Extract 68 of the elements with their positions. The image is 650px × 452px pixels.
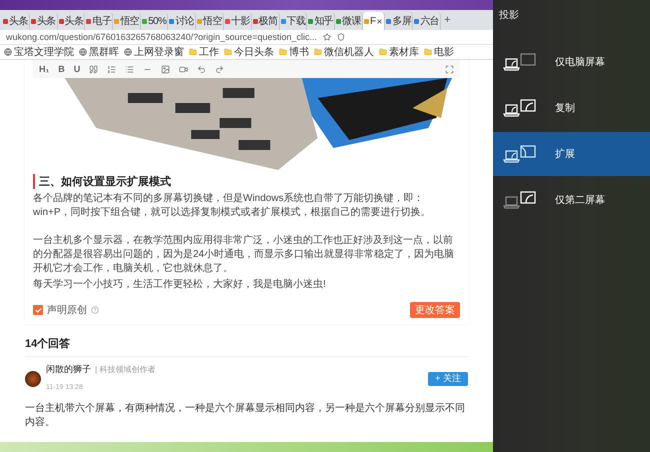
- bookmark-item[interactable]: 电影: [424, 45, 454, 59]
- tab-favicon-icon: [58, 18, 64, 24]
- avatar[interactable]: [25, 370, 41, 386]
- tab-favicon-icon: [308, 18, 314, 24]
- tab-favicon-icon: [86, 18, 92, 24]
- shield-icon[interactable]: [336, 33, 345, 41]
- folder-icon: [314, 48, 322, 56]
- format-button[interactable]: U: [74, 64, 80, 74]
- tab-favicon-icon: [30, 18, 36, 24]
- display-mode-option[interactable]: 复制: [493, 86, 650, 130]
- folder-icon: [224, 48, 232, 56]
- bookmark-item[interactable]: 上网登录窗: [124, 45, 184, 59]
- panel-title: 投影: [498, 8, 520, 23]
- bookmark-item[interactable]: 博书: [279, 45, 309, 59]
- undo-icon[interactable]: [197, 64, 206, 74]
- folder-icon: [379, 48, 387, 56]
- numbered-list-icon[interactable]: [107, 64, 116, 74]
- section-heading: 三、如何设置显示扩展模式: [33, 174, 460, 189]
- tab-favicon-icon: [114, 18, 120, 24]
- display-mode-option[interactable]: 扩展: [493, 132, 650, 176]
- globe-icon: [124, 48, 132, 56]
- tab-favicon-icon: [142, 18, 148, 24]
- bookmark-star-icon[interactable]: [322, 33, 331, 41]
- original-checkbox[interactable]: [33, 305, 43, 315]
- close-icon[interactable]: [376, 18, 384, 24]
- bookmark-item[interactable]: 今日头条: [224, 45, 274, 59]
- help-icon[interactable]: [91, 306, 99, 314]
- paragraph: 一台主机多个显示器，在教学范围内应用得非常广泛，小迷虫的工作也正好涉及到这一点，以前的分配器是很容易出问题的，因为是24小时通电，而显示多口输出就显得非常稳定了，因为电脑开机它才会工作，电脑关机，它也就休息了。: [33, 234, 456, 276]
- tab-favicon-icon: [169, 18, 174, 24]
- tab-favicon-icon: [414, 18, 420, 24]
- bookmark-item[interactable]: 黑群晖: [79, 45, 119, 59]
- bookmark-item[interactable]: 微信机器人: [314, 45, 374, 59]
- display-mode-option[interactable]: 仅第二屏幕: [493, 178, 650, 222]
- tab-favicon-icon: [386, 18, 392, 24]
- bookmark-item[interactable]: 素材库: [379, 45, 419, 59]
- bookmark-item[interactable]: 工作: [189, 45, 219, 59]
- answers-count-heading: 14个回答: [25, 336, 468, 357]
- video-icon[interactable]: [179, 64, 188, 74]
- checkbox-label: 声明原创: [47, 304, 87, 317]
- quote-icon[interactable]: [89, 64, 98, 74]
- folder-icon: [189, 48, 197, 56]
- folder-icon: [279, 48, 287, 56]
- answer-text: 一台主机带六个屏幕，有两种情况，一种是六个屏幕显示相同内容，另一种是六个屏幕分别显示不同内容。: [25, 402, 466, 430]
- redo-icon[interactable]: [215, 64, 224, 74]
- tab-favicon-icon: [197, 18, 202, 24]
- bookmark-item[interactable]: 宝塔文理学院: [4, 45, 74, 59]
- address-field[interactable]: wukong.com/question/6760163265768063240/?origin_source=question_clic...: [6, 32, 317, 42]
- format-button[interactable]: H₁: [39, 64, 50, 74]
- paragraph: 每天学习一个小技巧，生活工作更轻松，大家好，我是电脑小迷虫!: [33, 278, 327, 292]
- tab-favicon-icon: [3, 18, 8, 24]
- new-tab-button[interactable]: +: [441, 14, 454, 26]
- format-button[interactable]: B: [58, 64, 65, 74]
- browser-tab[interactable]: F: [362, 12, 386, 30]
- paragraph: 各个品牌的笔记本有不同的多屏幕切换键，但是Windows系统也自带了万能切换键，即：win+P，同时按下组合键，就可以选择复制模式或者扩展模式，根据自己的需要进行切换。: [33, 192, 432, 220]
- globe-icon: [79, 48, 87, 56]
- tab-favicon-icon: [336, 18, 342, 24]
- author-role: | 科技领域创作者: [95, 364, 156, 375]
- fullscreen-icon[interactable]: [445, 64, 454, 74]
- author-name[interactable]: 闲散的狮子: [46, 363, 91, 376]
- globe-icon: [4, 48, 12, 56]
- tab-favicon-icon: [224, 18, 230, 24]
- tab-favicon-icon: [364, 18, 369, 24]
- tab-favicon-icon: [252, 18, 258, 24]
- image-icon[interactable]: [161, 64, 170, 74]
- display-mode-option[interactable]: 仅电脑屏幕: [493, 40, 650, 84]
- tab-favicon-icon: [280, 18, 286, 24]
- list-icon[interactable]: [125, 64, 134, 74]
- folder-icon: [424, 48, 432, 56]
